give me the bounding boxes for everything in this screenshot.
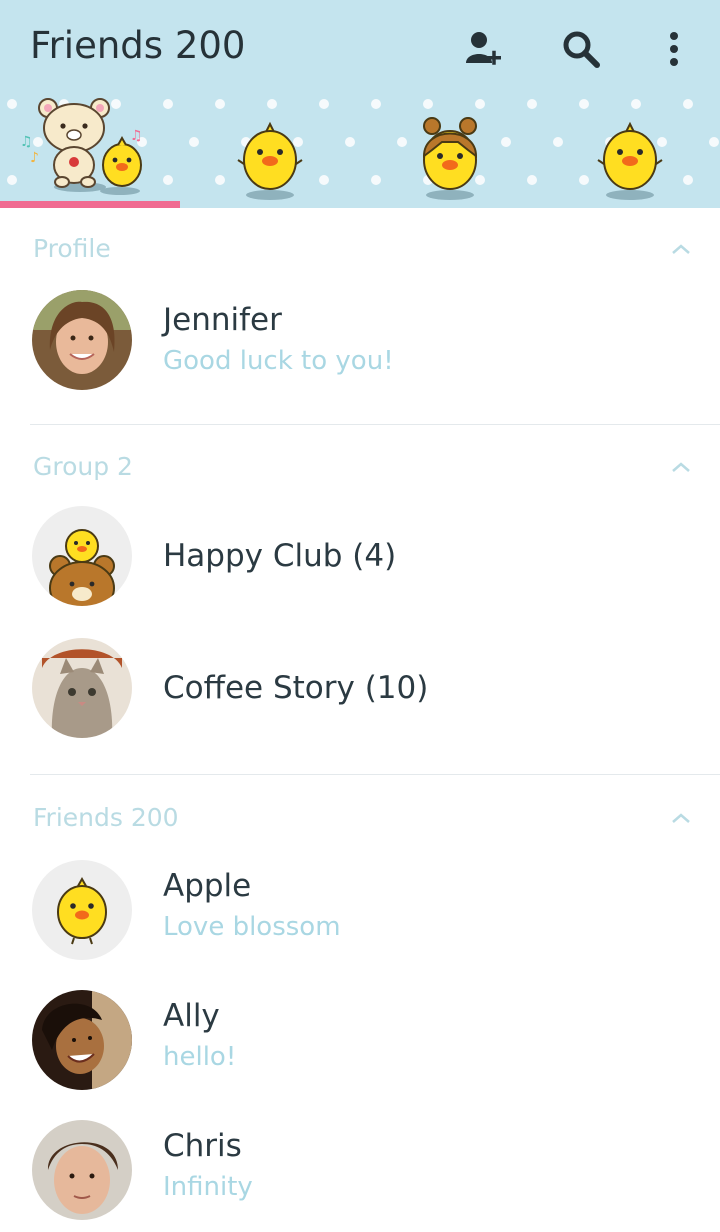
- profile-row[interactable]: Jennifer Good luck to you!: [0, 280, 720, 400]
- chevron-up-icon[interactable]: [666, 806, 696, 830]
- status-message: hello!: [163, 1042, 237, 1072]
- search-icon: [563, 31, 600, 68]
- friend-row[interactable]: Apple Love blossom: [0, 850, 720, 970]
- avatar: [32, 1120, 132, 1220]
- contact-name: Chris: [163, 1128, 242, 1164]
- chevron-up-icon[interactable]: [666, 455, 696, 479]
- tab-bar: ♫ ♪ ♫: [0, 90, 720, 208]
- svg-text:♫: ♫: [130, 128, 143, 144]
- chevron-up-icon[interactable]: [666, 237, 696, 261]
- group-row[interactable]: Happy Club (4): [0, 496, 720, 616]
- chick-bear-hat-icon: [422, 117, 478, 200]
- chick-icon: [597, 121, 663, 200]
- app-header: Friends 200 ♫ ♪ ♫: [0, 0, 720, 208]
- avatar: [32, 290, 132, 390]
- friend-row[interactable]: Ally hello!: [0, 980, 720, 1100]
- section-label-group: Group 2: [33, 452, 133, 481]
- status-message: Infinity: [163, 1172, 253, 1202]
- avatar: [32, 990, 132, 1090]
- more-vert-icon: [670, 32, 678, 66]
- svg-text:♫: ♫: [20, 134, 33, 150]
- status-message: Love blossom: [163, 912, 341, 942]
- contact-name: Jennifer: [163, 302, 282, 338]
- friend-row[interactable]: Chris Infinity: [0, 1110, 720, 1230]
- add-friend-icon: [466, 32, 501, 65]
- contact-name: Ally: [163, 998, 220, 1034]
- chick-icon: [237, 121, 303, 200]
- tab-chats[interactable]: [180, 90, 360, 208]
- section-label-friends: Friends 200: [33, 803, 179, 832]
- tab-more[interactable]: [540, 90, 720, 208]
- contact-name: Apple: [163, 868, 252, 904]
- group-name: Happy Club (4): [163, 538, 397, 574]
- page-title: Friends 200: [30, 24, 246, 67]
- search-button[interactable]: [558, 26, 604, 72]
- tab-timeline[interactable]: [360, 90, 540, 208]
- more-options-button[interactable]: [651, 26, 697, 72]
- add-friend-button[interactable]: [460, 26, 506, 72]
- selected-tab-indicator: [0, 201, 180, 208]
- status-message: Good luck to you!: [163, 346, 394, 376]
- avatar: [32, 506, 132, 606]
- section-divider: [30, 424, 720, 425]
- avatar: [32, 860, 132, 960]
- section-label-profile: Profile: [33, 234, 111, 263]
- tab-friends[interactable]: ♫ ♪ ♫: [0, 90, 180, 208]
- section-divider: [30, 774, 720, 775]
- bear-and-chick-icon: ♫ ♪ ♫: [20, 98, 143, 195]
- avatar: [32, 638, 132, 738]
- svg-text:♪: ♪: [30, 150, 39, 166]
- group-row[interactable]: Coffee Story (10): [0, 628, 720, 748]
- group-name: Coffee Story (10): [163, 670, 429, 706]
